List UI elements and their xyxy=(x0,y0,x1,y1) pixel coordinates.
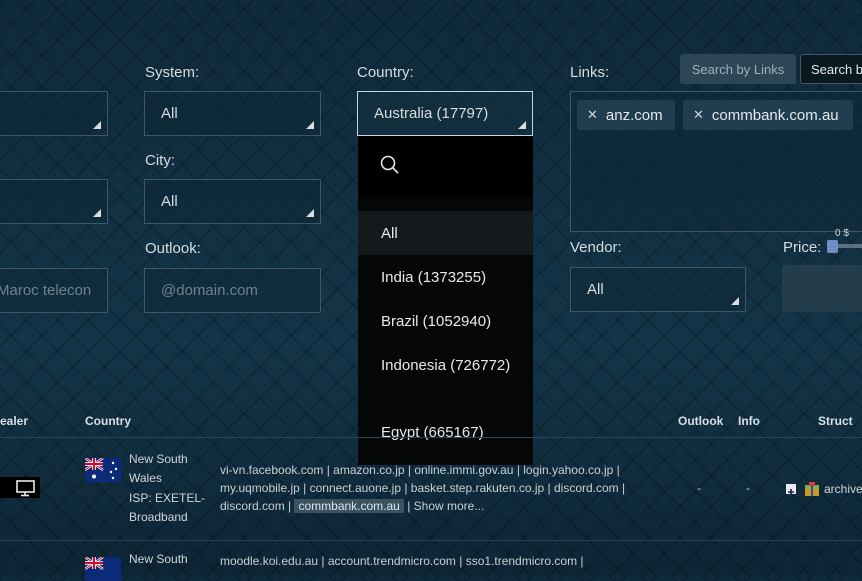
header-info: Info xyxy=(738,414,760,428)
country-value: Australia (17797) xyxy=(374,105,489,122)
links-line: moodle.koi.edu.au | account.trendmicro.c… xyxy=(220,554,584,568)
isp-text: ISP: EXETEL-Broadband xyxy=(129,491,206,524)
header-outlook: Outlook xyxy=(678,414,724,428)
header-struct: Struct xyxy=(818,414,853,428)
archive-icon xyxy=(803,480,821,498)
region-text: New South xyxy=(129,552,188,566)
chevron-down-icon xyxy=(93,209,101,217)
desktop-icon xyxy=(0,477,40,498)
info-cell: - xyxy=(746,481,750,495)
chevron-down-icon xyxy=(306,209,314,217)
vendor-value: All xyxy=(587,281,604,298)
links-line: my.uqmobile.jp | connect.auone.jp | bask… xyxy=(220,481,626,495)
tag-label: anz.com xyxy=(605,106,663,124)
vendor-select[interactable]: All xyxy=(570,267,746,312)
dropdown-search[interactable] xyxy=(358,136,533,196)
links-line: vi-vn.facebook.com | amazon.co.jp | onli… xyxy=(220,463,620,477)
city-select[interactable]: All xyxy=(144,179,321,224)
left-filter-1[interactable] xyxy=(0,91,108,136)
expand-icon[interactable] xyxy=(786,484,796,495)
search-button[interactable]: Search b xyxy=(800,54,862,84)
dropdown-option-brazil[interactable]: Brazil (1052940) xyxy=(358,299,533,343)
region-text: New South Wales xyxy=(129,452,188,485)
dropdown-option-india[interactable]: India (1373255) xyxy=(358,255,533,299)
system-value: All xyxy=(161,105,178,122)
country-label: Country: xyxy=(357,64,414,81)
price-min-value: 0 $ xyxy=(835,228,849,239)
links-line: discord.com | commbank.com.au | Show mor… xyxy=(220,497,484,516)
outlook-cell: - xyxy=(697,481,701,495)
header-country: Country xyxy=(85,414,131,428)
city-label: City: xyxy=(145,152,175,169)
dropdown-option-egypt[interactable]: Egypt (665167) xyxy=(358,409,533,453)
price-label: Price: xyxy=(783,239,822,256)
left-filter-2[interactable] xyxy=(0,179,108,224)
link-tag-anz[interactable]: ✕ anz.com xyxy=(577,100,675,130)
header-dealer: ealer xyxy=(0,414,29,428)
outlook-label: Outlook: xyxy=(145,240,201,257)
city-value: All xyxy=(161,193,178,210)
highlighted-link[interactable]: commbank.com.au xyxy=(294,499,404,513)
isp-input[interactable]: Maroc telecon xyxy=(0,268,108,313)
system-label: System: xyxy=(145,64,200,81)
links-label: Links: xyxy=(570,64,610,81)
australia-flag-icon xyxy=(85,458,121,482)
isp-value: Maroc telecon xyxy=(0,282,92,299)
country-dropdown: All India (1373255) Brazil (1052940) Ind… xyxy=(358,136,533,465)
outlook-input[interactable]: @domain.com xyxy=(144,268,321,313)
australia-flag-icon xyxy=(85,557,121,581)
show-more-link[interactable]: | Show more... xyxy=(407,499,484,513)
chevron-down-icon xyxy=(731,297,739,305)
outlook-placeholder: @domain.com xyxy=(161,282,258,299)
dropdown-option-indonesia[interactable]: Indonesia (726772) xyxy=(358,343,533,409)
system-select[interactable]: All xyxy=(144,91,321,136)
search-icon xyxy=(380,155,399,174)
link-tag-commbank[interactable]: ✕ commbank.com.au xyxy=(683,100,853,130)
price-button[interactable] xyxy=(782,265,862,312)
dropdown-option-all[interactable]: All xyxy=(358,211,533,255)
tag-label: commbank.com.au xyxy=(711,106,839,124)
remove-icon[interactable]: ✕ xyxy=(587,107,598,123)
chevron-down-icon xyxy=(518,121,526,129)
struct-cell: archive xyxy=(824,482,862,496)
chevron-down-icon xyxy=(93,121,101,129)
divider xyxy=(0,437,862,438)
chevron-down-icon xyxy=(306,121,314,129)
search-by-links-button[interactable]: Search by Links xyxy=(680,54,796,84)
remove-icon[interactable]: ✕ xyxy=(693,107,704,123)
divider xyxy=(0,540,862,541)
vendor-label: Vendor: xyxy=(570,239,622,256)
country-select[interactable]: Australia (17797) xyxy=(357,91,533,136)
price-slider-handle[interactable] xyxy=(827,240,838,253)
links-text-pre: discord.com | xyxy=(220,499,292,513)
